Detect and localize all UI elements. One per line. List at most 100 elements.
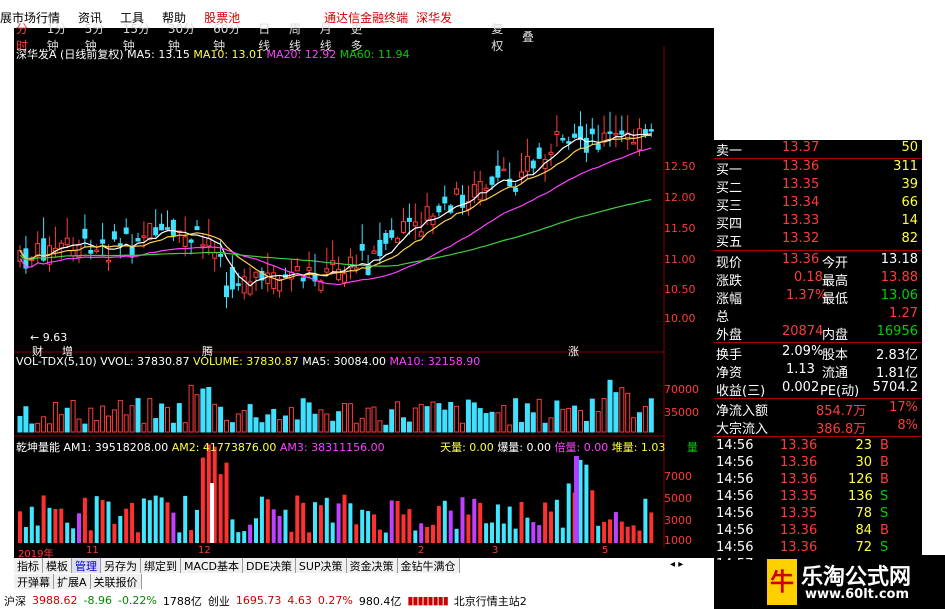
am-bar: [224, 462, 229, 543]
stat-value: 13.06: [880, 288, 918, 303]
candle-body: [324, 268, 330, 273]
sh-index-value: 3988.62: [32, 594, 78, 607]
scroll-arrows-icon[interactable]: ◂ ▸: [670, 559, 683, 570]
candle-body: [94, 249, 100, 253]
tick-row[interactable]: 14:56 13.36 84 B: [714, 523, 922, 541]
order-row-sell1[interactable]: 卖一 13.37 50: [714, 140, 922, 159]
am-bar: [472, 498, 477, 543]
tab-gold[interactable]: 金钻牛满仓: [397, 558, 460, 573]
tab-macd[interactable]: MACD基本: [181, 558, 243, 573]
candle-body: [212, 252, 218, 259]
candle-body: [300, 277, 306, 282]
divider: [714, 250, 922, 251]
candle-body: [477, 181, 483, 201]
tick-price: 13.36: [780, 455, 818, 470]
cy-index-name[interactable]: 创业: [208, 593, 230, 609]
am-bar: [318, 505, 323, 543]
am-bar: [254, 518, 258, 543]
tab-dde[interactable]: DDE决策: [242, 558, 296, 573]
volume-bar: [182, 422, 188, 433]
order-label: 买一: [716, 163, 743, 178]
vol-ma5-label: MA5: 30084.00: [302, 355, 386, 368]
volume-bar: [359, 417, 365, 433]
tick-row[interactable]: 14:56 13.36 30 B: [714, 455, 922, 473]
am-bar: [590, 490, 595, 543]
tab-danmaku[interactable]: 开弹幕: [14, 574, 54, 589]
order-row-buy4[interactable]: 买四 13.33 14: [714, 213, 922, 232]
overlay-button[interactable]: 叠: [522, 28, 534, 45]
candle-body: [566, 141, 572, 144]
tick-row[interactable]: 14:56 13.35 136 S: [714, 489, 922, 507]
candle-body: [188, 239, 194, 243]
volume-bar: [141, 422, 147, 433]
order-row-buy1[interactable]: 买一 13.36 311: [714, 159, 922, 178]
am-bar: [389, 500, 394, 543]
candle-body: [589, 128, 595, 135]
tab-template[interactable]: 模板: [43, 558, 72, 573]
am-bar: [23, 527, 28, 543]
status-bar: 沪深 3988.62 -8.96 -0.22% 1788亿 创业 1695.73…: [0, 592, 700, 609]
am-bar: [141, 498, 146, 543]
am-bar: [484, 523, 489, 543]
candle-body: [88, 249, 94, 254]
candle-body: [513, 187, 519, 192]
stat-label: 涨跌: [716, 274, 743, 289]
vvol-label: VVOL: 37830.87: [100, 355, 190, 368]
tick-row[interactable]: 14:56 13.36 126 B: [714, 472, 922, 490]
divider: [714, 342, 922, 343]
stat-row: 现价 13.36 今开 13.18: [714, 252, 922, 271]
flow-value: 386.8万: [816, 422, 867, 437]
kline-chart-area[interactable]: [14, 28, 714, 558]
event-marker[interactable]: 涨: [568, 343, 579, 359]
tab-bind-to[interactable]: 绑定到: [141, 558, 181, 573]
am-bar: [549, 511, 553, 543]
candle-body: [536, 147, 542, 159]
tab-funds[interactable]: 资金决策: [346, 558, 398, 573]
volume-bar: [200, 388, 206, 433]
order-row-buy2[interactable]: 买二 13.35 39: [714, 177, 922, 196]
volume-bar: [330, 420, 336, 433]
am-bar: [454, 528, 459, 543]
volume-bar: [324, 413, 330, 433]
stat-row: 外盘 20874 内盘 16956: [714, 324, 922, 343]
volume-bar: [135, 398, 141, 433]
price-header: 深华发A (日线前复权) MA5: 13.15 MA10: 13.01 MA20…: [16, 46, 409, 62]
volume-bar: [306, 402, 312, 433]
server-status[interactable]: 北京行情主站2: [454, 593, 527, 609]
tick-time: 14:56: [716, 438, 754, 453]
volume-bar: [229, 422, 235, 433]
volume-bar: [111, 409, 117, 433]
am-bar: [448, 510, 453, 543]
tab-indicator[interactable]: 指标: [14, 558, 43, 573]
order-row-buy5[interactable]: 买五 13.32 82: [714, 231, 922, 250]
tab-save-as[interactable]: 另存为: [101, 558, 141, 573]
tick-side: B: [880, 472, 889, 487]
tab-extend-a[interactable]: 扩展A: [54, 574, 91, 589]
am-bar: [619, 521, 624, 543]
volume-bar: [283, 415, 288, 433]
stat-value: 1.81亿: [876, 366, 918, 381]
volume-bar: [619, 387, 625, 433]
am-bar: [596, 525, 601, 543]
kline-chart-svg[interactable]: [14, 28, 714, 558]
order-row-buy3[interactable]: 买三 13.34 66: [714, 195, 922, 214]
sh-index-name[interactable]: 沪深: [4, 593, 26, 609]
tick-price: 13.35: [780, 506, 818, 521]
volume-bar: [58, 414, 64, 433]
stat-label: 最高: [822, 274, 849, 289]
flow-value: 854.7万: [816, 404, 867, 419]
candle-body: [111, 231, 117, 240]
stat-value: 2.09%: [782, 344, 824, 359]
tick-row[interactable]: 14:56 13.36 23 B: [714, 438, 922, 456]
volume-bar: [548, 417, 554, 433]
tab-related-quote[interactable]: 关联报价: [90, 574, 142, 589]
tab-manage[interactable]: 管理: [72, 558, 101, 573]
date-tick: 5: [602, 545, 609, 556]
candle-body: [159, 223, 165, 231]
candle-body: [554, 131, 560, 136]
restore-button[interactable]: 复权: [491, 20, 514, 54]
volume-bar: [377, 420, 383, 433]
am-bar: [165, 502, 170, 543]
tab-sup[interactable]: SUP决策: [295, 558, 347, 573]
tick-row[interactable]: 14:56 13.35 78 S: [714, 506, 922, 524]
